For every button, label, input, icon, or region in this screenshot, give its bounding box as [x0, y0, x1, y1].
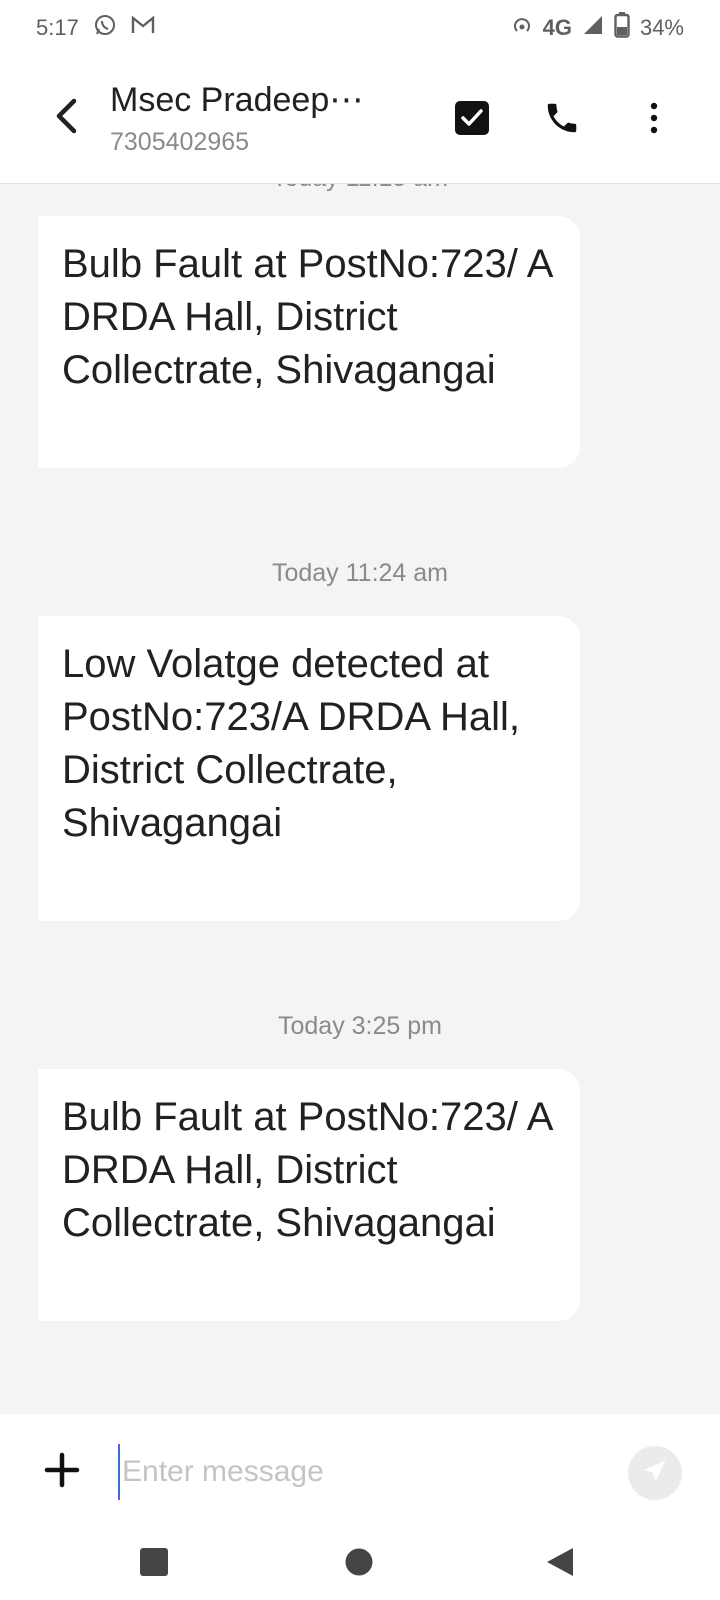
message-bubble[interactable]: Bulb Fault at PostNo:723/ A DRDA Hall, D…	[38, 216, 580, 468]
navigation-bar	[0, 1530, 720, 1600]
message-bubble[interactable]: Low Volatge detected at PostNo:723/A DRD…	[38, 616, 580, 921]
whatsapp-icon	[93, 13, 117, 43]
status-left: 5:17	[36, 13, 155, 43]
message-input[interactable]	[118, 1444, 588, 1500]
battery-icon	[614, 12, 630, 44]
back-nav-button[interactable]	[542, 1546, 578, 1582]
hotspot-icon	[511, 14, 533, 42]
back-button[interactable]	[44, 96, 88, 140]
network-type: 4G	[542, 15, 572, 40]
home-icon	[344, 1547, 374, 1582]
back-arrow-icon	[52, 98, 80, 139]
message-timestamp: Today 11:15 am	[0, 184, 720, 193]
status-bar: 5:17 4G 34%	[0, 0, 720, 56]
battery-percent: 34%	[639, 15, 684, 40]
back-icon	[545, 1546, 575, 1583]
status-time: 5:17	[36, 15, 79, 40]
more-vert-icon	[649, 102, 659, 139]
checkbox-icon	[454, 100, 490, 141]
gmail-icon	[131, 15, 155, 41]
contact-number: 7305402965	[110, 128, 250, 156]
send-button[interactable]	[628, 1446, 682, 1500]
recents-button[interactable]	[136, 1546, 172, 1582]
phone-icon	[543, 99, 581, 142]
add-icon	[44, 1452, 80, 1493]
message-composer	[0, 1414, 720, 1530]
message-timestamp: Today 3:25 pm	[278, 1012, 442, 1040]
select-button[interactable]	[448, 96, 496, 144]
more-options-button[interactable]	[630, 94, 678, 146]
app-bar: Msec Pradeep⋯ 7305402965	[0, 56, 720, 184]
call-button[interactable]	[536, 94, 588, 146]
status-right: 4G 34%	[511, 12, 684, 44]
attach-button[interactable]	[40, 1450, 84, 1494]
recents-icon	[139, 1547, 169, 1582]
message-bubble[interactable]: Bulb Fault at PostNo:723/ A DRDA Hall, D…	[38, 1069, 580, 1321]
message-timestamp: Today 11:24 am	[271, 559, 449, 587]
contact-name[interactable]: Msec Pradeep⋯	[110, 80, 400, 120]
signal-icon	[582, 14, 604, 42]
conversation-list[interactable]: Today 11:15 am Bulb Fault at PostNo:723/…	[0, 184, 720, 1414]
home-button[interactable]	[341, 1546, 377, 1582]
send-icon	[641, 1457, 669, 1490]
